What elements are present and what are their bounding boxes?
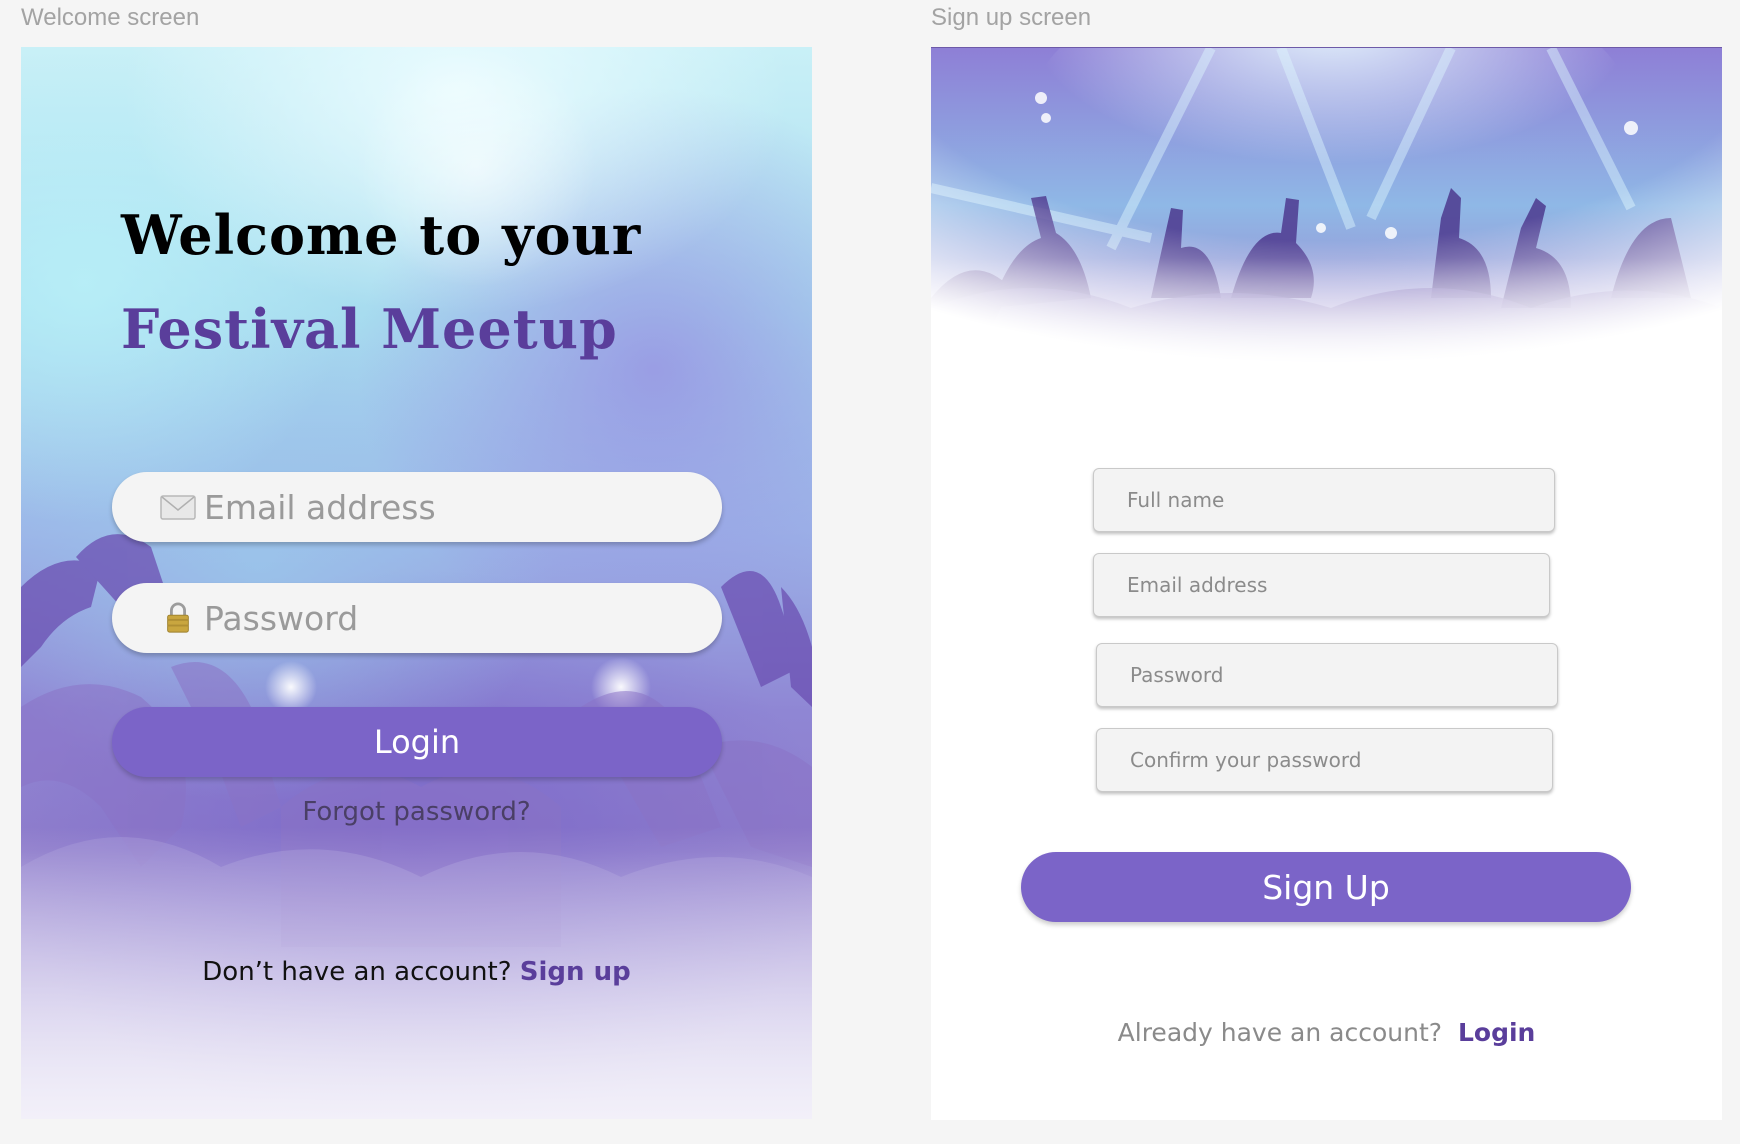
password-field[interactable]: Password: [112, 583, 722, 653]
email-placeholder: Email address: [1127, 573, 1268, 597]
confirm-password-placeholder: Confirm your password: [1130, 748, 1362, 772]
no-account-text: Don’t have an account?: [202, 957, 512, 987]
signup-screen: Full name Email address Password Confirm…: [931, 47, 1722, 1120]
welcome-screen: Welcome to your Festival Meetup Email ad…: [21, 47, 812, 1119]
password-placeholder: Password: [204, 598, 359, 638]
have-account-text: Already have an account?: [1117, 1018, 1443, 1047]
forgot-password-link[interactable]: Forgot password?: [21, 797, 812, 827]
no-account-row: Don’t have an account? Sign up: [21, 957, 812, 987]
welcome-screen-label: Welcome screen: [21, 4, 200, 31]
email-field[interactable]: Email address: [112, 472, 722, 542]
full-name-field[interactable]: Full name: [1093, 468, 1555, 532]
app-name-title: Festival Meetup: [121, 297, 618, 361]
email-field[interactable]: Email address: [1093, 553, 1550, 617]
confirm-password-field[interactable]: Confirm your password: [1096, 728, 1553, 792]
signup-link[interactable]: Sign up: [520, 957, 631, 987]
password-placeholder: Password: [1130, 663, 1224, 687]
login-link[interactable]: Login: [1458, 1018, 1535, 1047]
lock-icon: [167, 602, 189, 633]
have-account-row: Already have an account? Login: [931, 1018, 1722, 1047]
signup-screen-label: Sign up screen: [931, 4, 1092, 31]
full-name-placeholder: Full name: [1127, 488, 1225, 512]
email-placeholder: Email address: [204, 487, 436, 527]
password-field[interactable]: Password: [1096, 643, 1558, 707]
signup-button[interactable]: Sign Up: [1021, 852, 1631, 922]
login-button[interactable]: Login: [112, 707, 722, 777]
concert-hero-image: [931, 48, 1722, 398]
envelope-icon: [160, 495, 196, 520]
welcome-title: Welcome to your: [121, 203, 642, 267]
